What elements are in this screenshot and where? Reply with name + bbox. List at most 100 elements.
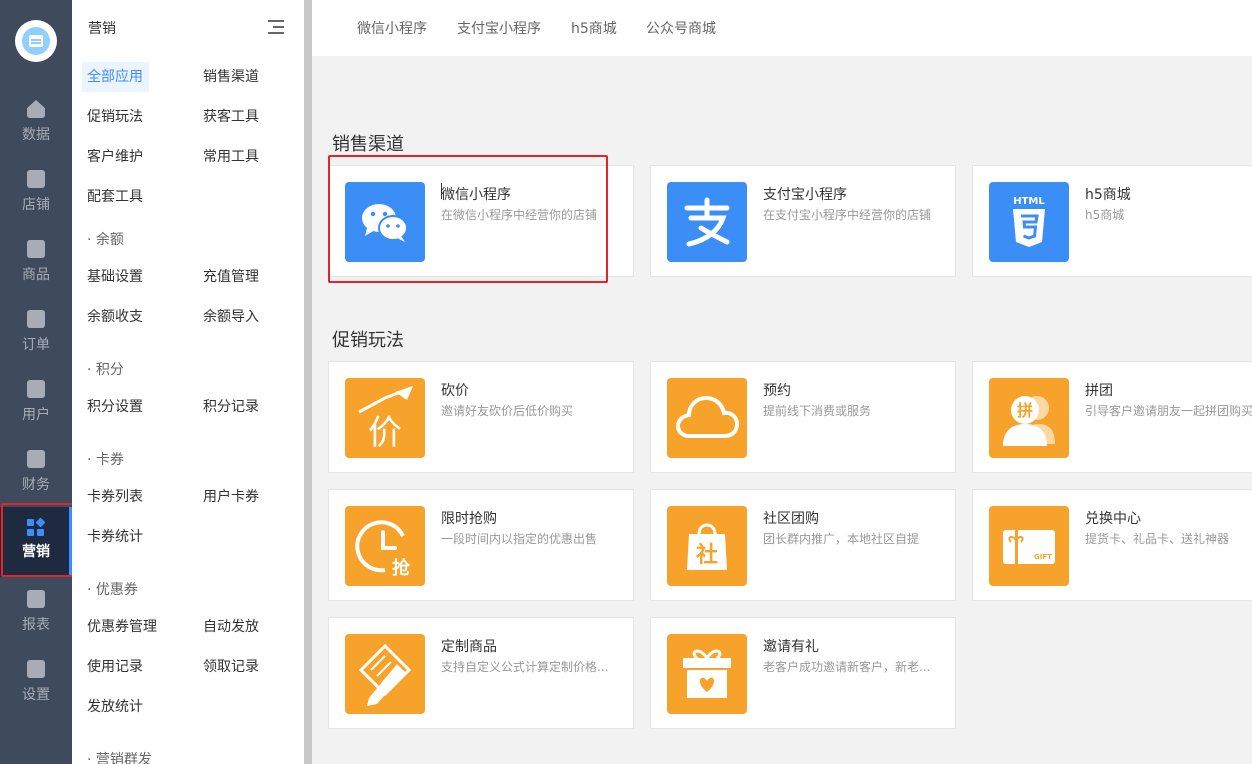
menu-item-coupon-manage[interactable]: 优惠券管理 [87, 612, 157, 642]
cloud-icon [667, 378, 747, 458]
section-title-sales-channels: 销售渠道 [332, 134, 404, 155]
menu-item-issue-stats[interactable]: 发放统计 [87, 692, 143, 722]
menu-item-points-settings[interactable]: 积分设置 [87, 392, 143, 422]
bargain-icon: 价 [345, 378, 425, 458]
tab-official-account-mall[interactable]: 公众号商城 [646, 18, 716, 38]
tab-wechat-miniprogram[interactable]: 微信小程序 [357, 18, 427, 38]
app-card-reservation[interactable]: 预约 提前线下消费或服务 [650, 361, 956, 473]
menu-item-points-records[interactable]: 积分记录 [203, 392, 259, 422]
money-icon [27, 450, 45, 468]
section-balance: · 余额 [87, 232, 124, 248]
app-card-title: 定制商品 [441, 639, 497, 655]
secondary-menu: 营销 全部应用 销售渠道 促销玩法 获客工具 客户维护 常用工具 配套工具 · … [72, 0, 304, 764]
menu-item-user-cards[interactable]: 用户卡券 [203, 482, 259, 512]
menu-item-recharge[interactable]: 充值管理 [203, 262, 259, 292]
home-icon [27, 100, 45, 118]
wechat-highlight-box [328, 155, 608, 283]
order-icon [27, 310, 45, 328]
menu-item-customer-care[interactable]: 客户维护 [87, 142, 143, 172]
nav-item-users[interactable]: 用户 [0, 370, 72, 440]
menu-item-claim-records[interactable]: 领取记录 [203, 652, 259, 682]
section-points: · 积分 [87, 362, 124, 378]
nav-item-store[interactable]: 店铺 [0, 160, 72, 230]
nav-label: 商品 [22, 267, 50, 283]
community-icon: 社 [667, 506, 747, 586]
app-card-flash-sale[interactable]: 抢 限时抢购 一段时间内以指定的优惠出售 [328, 489, 634, 601]
menu-item-auto-issue[interactable]: 自动发放 [203, 612, 259, 642]
alipay-icon [667, 182, 747, 262]
app-card-title: 拼团 [1085, 383, 1113, 399]
app-card-desc: 一段时间内以指定的优惠出售 [441, 532, 598, 546]
menu-item-basic-settings[interactable]: 基础设置 [87, 262, 143, 292]
section-cards: · 卡券 [87, 452, 124, 468]
app-card-title: 限时抢购 [441, 511, 497, 527]
app-card-title: 砍价 [441, 383, 469, 399]
section-title-promotions: 促销玩法 [332, 330, 404, 351]
menu-scrollbar[interactable] [304, 0, 312, 764]
gift-card-glyph: GIFT [1034, 553, 1052, 561]
app-card-title: 社区团购 [763, 511, 819, 527]
text-cursor [441, 183, 442, 199]
nav-label: 财务 [22, 477, 50, 493]
app-card-title: 兑换中心 [1085, 511, 1141, 527]
user-icon [27, 380, 45, 398]
menu-item-acquisition[interactable]: 获客工具 [203, 102, 259, 132]
app-card-alipay[interactable]: 支付宝小程序 在支付宝小程序中经营你的店铺 [650, 165, 956, 277]
app-card-title: h5商城 [1085, 187, 1131, 203]
nav-item-settings[interactable]: 设置 [0, 650, 72, 720]
nav-label: 用户 [22, 407, 50, 423]
menu-item-common-tools[interactable]: 常用工具 [203, 142, 259, 172]
collapse-menu-icon[interactable] [268, 20, 284, 34]
store-icon [27, 170, 45, 188]
app-card-exchange[interactable]: GIFT 兑换中心 提货卡、礼品卡、送礼神器 [972, 489, 1252, 601]
community-glyph: 社 [696, 542, 718, 568]
nav-item-data[interactable]: 数据 [0, 90, 72, 160]
bag-icon [27, 240, 45, 258]
app-card-desc: 在支付宝小程序中经营你的店铺 [763, 208, 932, 222]
nav-item-finance[interactable]: 财务 [0, 440, 72, 510]
app-card-desc: 引导客户邀请朋友一起拼团购买 [1085, 404, 1252, 418]
app-card-h5[interactable]: HTML h5商城 h5商城 [972, 165, 1252, 277]
nav-item-reports[interactable]: 报表 [0, 580, 72, 650]
app-card-community[interactable]: 社 社区团购 团长群内推广，本地社区自提 [650, 489, 956, 601]
app-card-custom-goods[interactable]: 定制商品 支持自定义公式计算定制价格... [328, 617, 634, 729]
tab-h5-mall[interactable]: h5商城 [571, 18, 617, 38]
gift-card-icon: GIFT [989, 506, 1069, 586]
app-card-desc: 老客户成功邀请新客户，新老... [763, 660, 931, 674]
custom-icon [345, 634, 425, 714]
app-card-invite-gift[interactable]: 邀请有礼 老客户成功邀请新客户，新老... [650, 617, 956, 729]
nav-item-goods[interactable]: 商品 [0, 230, 72, 300]
main-nav-rail: 数据 店铺 商品 订单 用户 财务 营销 报表 设置 [0, 0, 72, 764]
channel-tabs: 微信小程序 支付宝小程序 h5商城 公众号商城 [312, 0, 1252, 56]
app-card-title: 预约 [763, 383, 791, 399]
menu-item-support-tools[interactable]: 配套工具 [87, 182, 143, 212]
group-buy-icon: 拼 [989, 378, 1069, 458]
section-mass-marketing: · 营销群发 [87, 752, 152, 764]
menu-item-balance-import[interactable]: 余额导入 [203, 302, 259, 332]
app-logo[interactable] [15, 20, 57, 62]
nav-label: 报表 [22, 617, 50, 633]
html5-icon: HTML [989, 182, 1069, 262]
menu-item-promotions[interactable]: 促销玩法 [87, 102, 143, 132]
menu-item-balance-flow[interactable]: 余额收支 [87, 302, 143, 332]
app-card-title: 支付宝小程序 [763, 187, 847, 203]
menu-item-usage-records[interactable]: 使用记录 [87, 652, 143, 682]
section-coupons: · 优惠券 [87, 582, 138, 598]
app-card-desc: h5商城 [1085, 208, 1125, 222]
menu-item-card-list[interactable]: 卡券列表 [87, 482, 143, 512]
group-buy-glyph: 拼 [1017, 401, 1033, 420]
nav-item-orders[interactable]: 订单 [0, 300, 72, 370]
gear-icon [27, 660, 45, 678]
app-card-bargain[interactable]: 价 砍价 邀请好友砍价后低价购买 [328, 361, 634, 473]
menu-item-all-apps[interactable]: 全部应用 [82, 62, 149, 92]
app-card-group-buy[interactable]: 拼 拼团 引导客户邀请朋友一起拼团购买 [972, 361, 1252, 473]
invite-gift-icon [667, 634, 747, 714]
bargain-glyph: 价 [368, 413, 402, 453]
menu-item-sales-channels[interactable]: 销售渠道 [203, 62, 259, 92]
flash-sale-glyph: 抢 [392, 557, 411, 579]
nav-label: 数据 [22, 127, 50, 143]
app-card-desc: 邀请好友砍价后低价购买 [441, 404, 574, 418]
tab-alipay-miniprogram[interactable]: 支付宝小程序 [457, 18, 541, 38]
app-card-title: 邀请有礼 [763, 639, 819, 655]
menu-item-card-stats[interactable]: 卡券统计 [87, 522, 143, 552]
